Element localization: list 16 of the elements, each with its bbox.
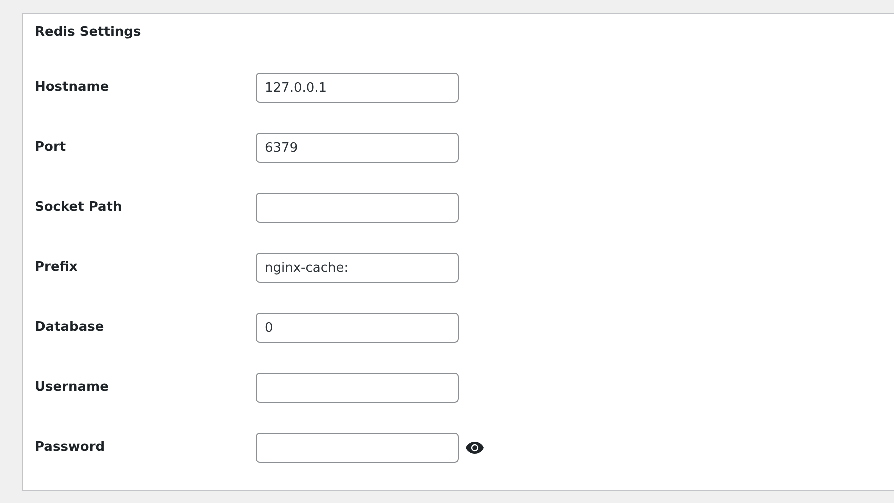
input-field[interactable]: 6379 <box>256 133 459 163</box>
field-label: Port <box>35 139 68 158</box>
input-field[interactable] <box>256 373 459 403</box>
eye-icon[interactable] <box>466 442 484 454</box>
field-label: Prefix <box>35 259 79 278</box>
input-field[interactable] <box>256 193 459 223</box>
field-label: Hostname <box>35 79 110 98</box>
panel-title: Redis Settings <box>35 24 142 42</box>
field-label: Database <box>35 319 106 338</box>
field-label: Username <box>35 379 110 398</box>
input-field[interactable]: 0 <box>256 313 459 343</box>
field-label: Password <box>35 439 106 458</box>
password-field[interactable] <box>256 433 459 463</box>
input-field[interactable]: 127.0.0.1 <box>256 73 459 103</box>
field-label: Socket Path <box>35 199 124 218</box>
input-field[interactable]: nginx-cache: <box>256 253 459 283</box>
